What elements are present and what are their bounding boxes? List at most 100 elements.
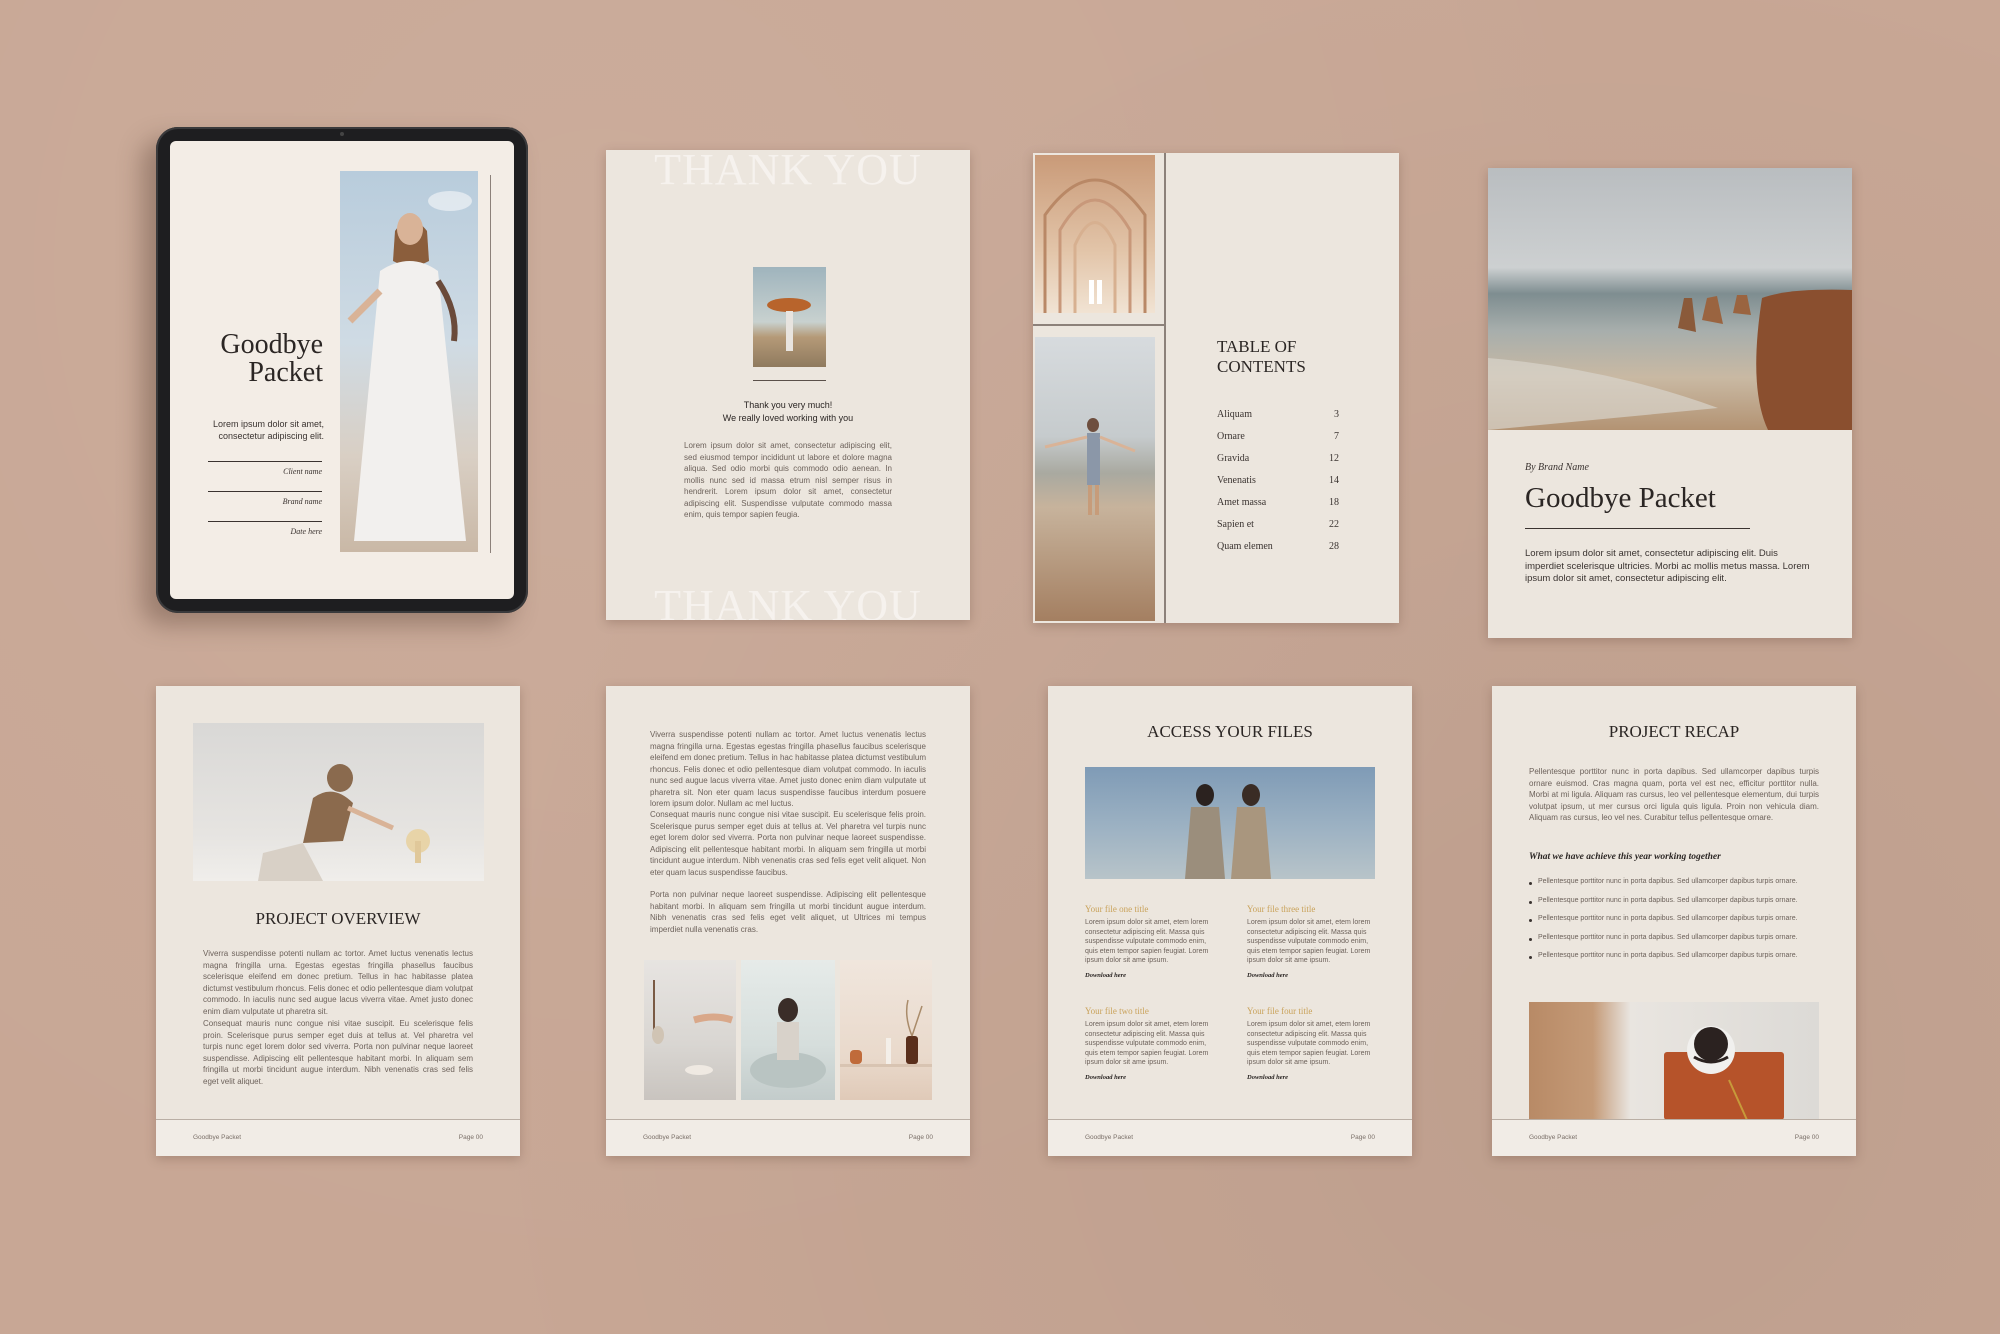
download-link[interactable]: Download here xyxy=(1247,972,1375,979)
toc-item[interactable]: Amet massa 18 xyxy=(1217,497,1339,508)
text-page-footer-left: Goodbye Packet xyxy=(643,1134,692,1141)
thank-you-watermark-top: THANK YOU xyxy=(654,150,922,194)
tablet-intro-line2: consectetur adipiscing elit. xyxy=(218,431,324,441)
tablet-rule-3 xyxy=(208,521,322,522)
arched-hallway-photo xyxy=(1035,155,1155,313)
tablet-vertical-rule xyxy=(490,175,491,553)
project-overview-page: PROJECT OVERVIEW Viverra suspendisse pot… xyxy=(156,686,520,1156)
toc-item[interactable]: Venenatis 14 xyxy=(1217,475,1339,486)
file-title: Your file three title xyxy=(1247,904,1316,914)
text-page-para3: Porta non pulvinar neque laoreet suspend… xyxy=(650,890,926,934)
files-footer-right: Page 00 xyxy=(1350,1134,1375,1141)
recap-bullet-item: Pellentesque porttitor nunc in porta dap… xyxy=(1529,934,1819,946)
tablet-device: Goodbye Packet Lorem ipsum dolor sit ame… xyxy=(156,127,528,613)
toc-v-divider xyxy=(1164,153,1166,623)
text-page-footer: Goodbye Packet Page 00 xyxy=(606,1119,970,1156)
woman-white-dress-photo xyxy=(340,171,478,552)
toc-item-label: Sapien et xyxy=(1217,519,1254,530)
project-recap-page: PROJECT RECAP Pellentesque porttitor nun… xyxy=(1492,686,1856,1156)
file-description: Lorem ipsum dolor sit amet, etem lorem c… xyxy=(1085,1021,1209,1066)
tablet-intro-line1: Lorem ipsum dolor sit amet, xyxy=(212,419,324,429)
thank-you-body: Lorem ipsum dolor sit amet, consectetur … xyxy=(684,441,892,519)
recap-footer: Goodbye Packet Page 00 xyxy=(1492,1119,1856,1156)
files-title: ACCESS YOUR FILES xyxy=(1147,722,1313,741)
bullet-dot xyxy=(1529,882,1532,885)
toc-item[interactable]: Aliquam 3 xyxy=(1217,409,1339,420)
file-block: Your file three title Lorem ipsum dolor s… xyxy=(1247,904,1375,1000)
text-page-para2: Consequat mauris nunc congue nisi vitae … xyxy=(650,810,926,877)
toc-item-label: Amet massa xyxy=(1217,497,1267,508)
overview-footer-right: Page 00 xyxy=(458,1134,483,1141)
tablet-rule-1 xyxy=(208,461,322,462)
file-block: Your file two title Lorem ipsum dolor sit… xyxy=(1085,1006,1213,1102)
vases-shelf-photo xyxy=(840,960,932,1100)
toc-page: TABLE OF CONTENTS Aliquam 3 Ornare 7 Gravida… xyxy=(1033,153,1399,623)
recap-bullet-text: Pellentesque porttitor nunc in porta dap… xyxy=(1538,952,1798,959)
toc-item[interactable]: Sapien et 22 xyxy=(1217,519,1339,530)
cover-rule xyxy=(1525,528,1750,529)
recap-footer-left: Goodbye Packet xyxy=(1529,1134,1578,1141)
recap-bullet-list: Pellentesque porttitor nunc in porta dap… xyxy=(1529,878,1819,974)
cover-byline: By Brand Name xyxy=(1525,462,1589,473)
toc-item-page: 28 xyxy=(1329,541,1339,552)
thank-you-watermark-bottom: THANK YOU xyxy=(654,581,922,620)
toc-item-page: 7 xyxy=(1334,431,1339,442)
file-title: Your file four title xyxy=(1247,1006,1313,1016)
cover-title: Goodbye Packet xyxy=(1525,482,1716,514)
access-files-page: ACCESS YOUR FILES Your file one title Lor… xyxy=(1048,686,1412,1156)
coffee-notebook-photo xyxy=(1529,1002,1819,1120)
toc-list: Aliquam 3 Ornare 7 Gravida 12 Venenatis 14 Amet … xyxy=(1217,409,1339,569)
toc-item[interactable]: Ornare 7 xyxy=(1217,431,1339,442)
files-footer: Goodbye Packet Page 00 xyxy=(1048,1119,1412,1156)
download-link[interactable]: Download here xyxy=(1247,1074,1375,1081)
toc-item-label: Ornare xyxy=(1217,431,1245,442)
overview-footer-left: Goodbye Packet xyxy=(193,1134,242,1141)
file-block: Your file four title Lorem ipsum dolor si… xyxy=(1247,1006,1375,1102)
bullet-dot xyxy=(1529,900,1532,904)
tablet-title-line2: Packet xyxy=(248,357,323,388)
overview-para2: Consequat mauris nunc congue nisi vitae … xyxy=(203,1019,473,1086)
file-description: Lorem ipsum dolor sit amet, etem lorem c… xyxy=(1085,919,1209,964)
overview-para1: Viverra suspendisse potenti nullam ac to… xyxy=(203,949,473,1016)
file-description: Lorem ipsum dolor sit amet, etem lorem c… xyxy=(1247,1021,1371,1066)
tablet-camera xyxy=(340,132,344,136)
recap-bullet-item: Pellentesque porttitor nunc in porta dap… xyxy=(1529,878,1819,890)
cover-page: By Brand Name Goodbye Packet Lorem ipsum… xyxy=(1488,168,1852,638)
file-block: Your file one title Lorem ipsum dolor sit… xyxy=(1085,904,1213,1000)
coastal-cliffs-photo xyxy=(1488,168,1852,430)
thank-you-rule xyxy=(753,380,826,381)
woman-mirror-photo xyxy=(741,960,835,1100)
tablet-date-field: Date here xyxy=(290,527,322,536)
recap-bullet-item: Pellentesque porttitor nunc in porta dap… xyxy=(1529,915,1819,927)
overview-footer: Goodbye Packet Page 00 xyxy=(156,1119,520,1156)
download-link[interactable]: Download here xyxy=(1085,1074,1213,1081)
recap-footer-right: Page 00 xyxy=(1794,1134,1819,1141)
toc-h-divider xyxy=(1033,324,1165,326)
cover-body: Lorem ipsum dolor sit amet, consectetur … xyxy=(1525,548,1810,584)
woman-beach-photo xyxy=(1035,337,1155,621)
files-grid: Your file one title Lorem ipsum dolor sit… xyxy=(1085,904,1375,1104)
recap-bullet-text: Pellentesque porttitor nunc in porta dap… xyxy=(1538,896,1798,904)
files-footer-left: Goodbye Packet xyxy=(1085,1134,1134,1141)
tablet-rule-2 xyxy=(208,491,322,492)
toc-item-page: 12 xyxy=(1329,453,1339,464)
umbrella-field-photo xyxy=(753,267,826,367)
toc-item[interactable]: Gravida 12 xyxy=(1217,453,1339,464)
toc-item-page: 18 xyxy=(1329,497,1339,508)
thank-you-page: THANK YOU Thank you very much! We really… xyxy=(606,150,970,620)
toc-title-line1: TABLE OF xyxy=(1217,337,1297,356)
recap-bullet-text: Pellentesque porttitor nunc in porta dap… xyxy=(1538,933,1798,941)
download-link[interactable]: Download here xyxy=(1085,972,1213,979)
thank-you-line2: We really loved working with you xyxy=(722,413,854,423)
thank-you-line1: Thank you very much! xyxy=(743,400,833,410)
recap-bullet-text: Pellentesque porttitor nunc in porta dap… xyxy=(1538,915,1798,922)
file-description: Lorem ipsum dolor sit amet, etem lorem c… xyxy=(1247,919,1371,964)
toc-item[interactable]: Quam elemen 28 xyxy=(1217,541,1339,552)
recap-title: PROJECT RECAP xyxy=(1608,722,1740,741)
toc-item-label: Quam elemen xyxy=(1217,541,1273,552)
bullet-dot xyxy=(1529,956,1532,959)
tablet-screen: Goodbye Packet Lorem ipsum dolor sit ame… xyxy=(170,141,514,599)
tablet-brand-field: Brand name xyxy=(282,497,322,506)
file-title: Your file two title xyxy=(1085,1006,1149,1016)
bullet-dot xyxy=(1529,919,1532,922)
